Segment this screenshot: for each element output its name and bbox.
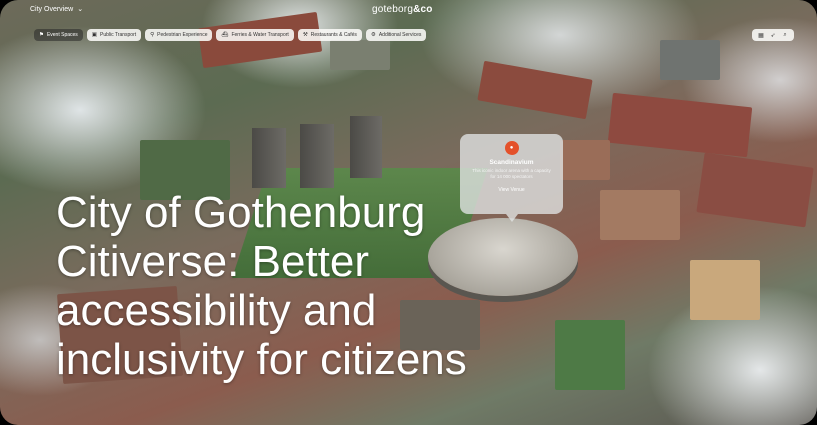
hotel-tower	[350, 116, 382, 178]
flag-icon: ⚑	[39, 32, 44, 38]
search-icon[interactable]: ⌕	[780, 32, 790, 39]
compass-icon[interactable]: ➶	[768, 32, 778, 39]
category-label: Event Spaces	[46, 32, 78, 38]
top-bar: City Overview ⌄ goteborg&co	[0, 0, 817, 22]
location-pin-icon: ●	[504, 141, 519, 155]
venue-title: Scandinavium	[489, 159, 534, 166]
chevron-down-icon: ⌄	[77, 6, 84, 13]
category-filter-bar: ⚑ Event Spaces ▣ Public Transport ⚲ Pede…	[34, 29, 427, 41]
category-ferries-water-transport[interactable]: ⛴ Ferries & Water Transport	[216, 29, 294, 41]
category-label: Public Transport	[100, 32, 137, 38]
brand-suffix: &co	[413, 4, 433, 15]
page-headline: City of Gothenburg Citiverse: Better acc…	[56, 188, 467, 384]
services-icon: ⚙	[370, 32, 376, 38]
map-layers-icon[interactable]: ▦	[756, 32, 766, 39]
city-map-view[interactable]: City Overview ⌄ goteborg&co ⚑ Event Spac…	[0, 0, 817, 425]
bus-icon: ▣	[91, 32, 97, 38]
pedestrian-icon: ⚲	[150, 32, 155, 38]
brand-logo: goteborg&co	[372, 4, 433, 15]
view-selector[interactable]: City Overview ⌄	[30, 5, 84, 14]
category-restaurants-cafes[interactable]: ⚒ Restaurants & Cafés	[297, 29, 362, 41]
category-label: Restaurants & Cafés	[310, 32, 357, 38]
map-tools: ▦ ➶ ⌕	[752, 29, 794, 41]
view-selector-label: City Overview	[30, 5, 74, 13]
category-additional-services[interactable]: ⚙ Additional Services	[365, 29, 427, 41]
category-public-transport[interactable]: ▣ Public Transport	[86, 29, 142, 41]
ferry-icon: ⛴	[221, 32, 229, 38]
hotel-tower	[300, 124, 334, 188]
venue-description: This iconic indoor arena with a capacity…	[472, 168, 551, 179]
category-label: Ferries & Water Transport	[231, 32, 289, 38]
restaurant-icon: ⚒	[302, 32, 308, 38]
category-pedestrian-experience[interactable]: ⚲ Pedestrian Experience	[145, 29, 213, 41]
brand-name: goteborg	[372, 4, 414, 15]
hotel-tower	[252, 128, 286, 188]
category-label: Pedestrian Experience	[157, 32, 208, 38]
category-event-spaces[interactable]: ⚑ Event Spaces	[34, 29, 83, 41]
category-label: Additional Services	[378, 32, 422, 38]
